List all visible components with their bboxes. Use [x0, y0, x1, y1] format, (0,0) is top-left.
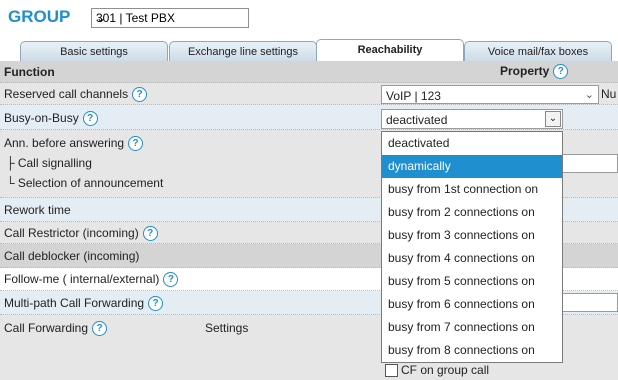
question-circle-icon[interactable]: ?	[142, 226, 158, 242]
chevron-down-icon: ⌄	[96, 11, 107, 25]
tab-reachability[interactable]: Reachability	[316, 39, 464, 61]
tab-voice-mail-fax-boxes[interactable]: Voice mail/fax boxes	[464, 41, 612, 61]
question-circle-icon[interactable]: ?	[132, 87, 148, 103]
row-label-reserved-call-channels: Reserved call channels?	[4, 87, 148, 103]
chevron-down-icon: ⌄	[584, 89, 594, 101]
row-label-text: Reserved call channels	[4, 87, 129, 101]
row-label-call-forwarding: Call Forwarding?	[4, 321, 108, 337]
row-label-ann-before-answering: Ann. before answering?	[4, 136, 144, 152]
table-row: Reserved call channels? VoIP | 123 ⌄ Nu	[0, 83, 618, 105]
question-circle-icon[interactable]: ?	[553, 64, 569, 80]
chevron-down-icon[interactable]: ⌄	[545, 111, 561, 127]
menu-item-busy-3[interactable]: busy from 3 connections on	[382, 224, 562, 247]
table-header-row: Function Property?	[0, 61, 618, 83]
row-label-text: Ann. before answering	[4, 136, 125, 150]
menu-item-busy-7[interactable]: busy from 7 connections on	[382, 316, 562, 339]
group-label: GROUP	[8, 7, 71, 26]
tab-exchange-line-settings[interactable]: Exchange line settings	[169, 41, 317, 61]
row-label-follow-me: Follow-me ( internal/external)?	[4, 272, 179, 288]
question-circle-icon[interactable]: ?	[128, 136, 144, 152]
cf-on-group-call-checkbox[interactable]	[385, 364, 398, 378]
question-circle-icon[interactable]: ?	[82, 111, 98, 127]
row-label-call-signalling: ├ Call signalling	[6, 156, 92, 170]
reserved-call-channels-value: VoIP | 123	[386, 89, 441, 103]
question-circle-icon[interactable]: ?	[163, 272, 179, 288]
row-label-text: Multi-path Call Forwarding	[4, 296, 145, 310]
call-forwarding-settings-label: Settings	[205, 321, 249, 335]
row-label-call-deblocker: Call deblocker (incoming)	[4, 249, 140, 263]
row-label-text: Follow-me ( internal/external)	[4, 272, 160, 286]
tab-basic-settings[interactable]: Basic settings	[20, 41, 168, 61]
menu-item-busy-6[interactable]: busy from 6 connections on	[382, 293, 562, 316]
row-label-text: Call Restrictor (incoming)	[4, 226, 139, 240]
header-property-label: Property	[500, 64, 550, 78]
header-function: Function	[4, 65, 55, 79]
question-circle-icon[interactable]: ?	[148, 296, 164, 312]
header-property: Property?	[500, 64, 569, 80]
row-label-text: Call Forwarding	[4, 321, 89, 335]
tab-bar: Basic settings Exchange line settings Re…	[20, 39, 618, 61]
row-label-text: Busy-on-Busy	[4, 111, 79, 125]
menu-item-busy-4[interactable]: busy from 4 connections on	[382, 247, 562, 270]
row-label-multi-path-call-forwarding: Multi-path Call Forwarding?	[4, 296, 164, 312]
menu-item-busy-5[interactable]: busy from 5 connections on	[382, 270, 562, 293]
row-label-busy-on-busy: Busy-on-Busy?	[4, 111, 98, 127]
menu-item-deactivated[interactable]: deactivated	[382, 132, 562, 155]
menu-item-busy-8[interactable]: busy from 8 connections on	[382, 339, 562, 362]
menu-item-busy-2[interactable]: busy from 2 connections on	[382, 201, 562, 224]
reserved-call-channels-select[interactable]: VoIP | 123 ⌄	[381, 85, 599, 104]
cf-on-group-call-label: CF on group call	[401, 363, 490, 377]
reserved-call-channels-suffix: Nu	[601, 87, 617, 101]
multi-path-field[interactable]	[562, 293, 618, 312]
busy-on-busy-dropdown-menu: deactivated dynamically busy from 1st co…	[381, 131, 563, 363]
question-circle-icon[interactable]: ?	[92, 321, 108, 337]
table-row: Busy-on-Busy? deactivated ⌄	[0, 105, 618, 130]
busy-on-busy-select[interactable]: deactivated ⌄	[381, 109, 563, 129]
busy-on-busy-value: deactivated	[386, 113, 448, 127]
call-signalling-field[interactable]	[562, 154, 618, 173]
cf-on-group-call[interactable]: CF on group call	[385, 363, 490, 378]
row-label-call-restrictor: Call Restrictor (incoming)?	[4, 226, 158, 242]
row-label-rework-time: Rework time	[4, 203, 71, 217]
menu-item-dynamically[interactable]: dynamically	[382, 155, 562, 178]
row-label-selection-of-announcement: └ Selection of announcement	[6, 176, 164, 190]
group-select[interactable]: 301 | Test PBX ⌄	[91, 8, 249, 28]
menu-item-busy-1[interactable]: busy from 1st connection on	[382, 178, 562, 201]
